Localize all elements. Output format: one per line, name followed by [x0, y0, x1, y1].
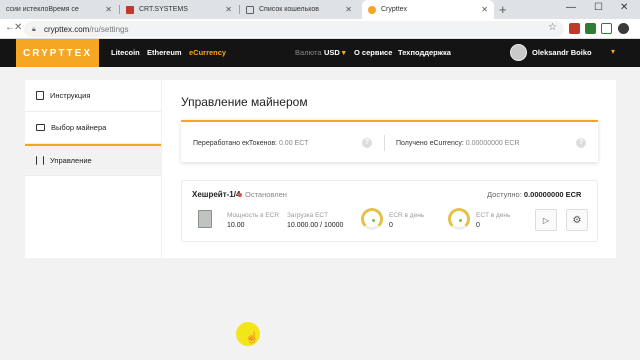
currency-select[interactable]: USD ▾ — [324, 48, 346, 57]
chevron-down-icon: ▾ — [341, 48, 346, 57]
sliders-icon — [36, 156, 44, 165]
ect-day-label: ECT в день — [476, 212, 511, 219]
profile-menu-icon[interactable] — [618, 23, 629, 34]
tab-title: Crypttex — [381, 6, 408, 13]
phone-icon — [36, 91, 44, 100]
nav-about[interactable]: О сервисе — [354, 48, 392, 57]
available-balance: Доступно: 0.00000000 ECR — [487, 190, 581, 199]
nav-ethereum[interactable]: Ethereum — [147, 48, 182, 57]
extension-outline-icon[interactable] — [601, 23, 612, 34]
received-stat: Получено eCurrency: 0.00000000 ECR — [396, 140, 520, 147]
nav-ecurrency[interactable]: eCurrency — [189, 48, 226, 57]
favicon-icon — [246, 5, 254, 14]
power-label: Мощность в ECR — [227, 212, 280, 219]
miner-name: Хешрейт-1/4 — [192, 190, 241, 199]
url-path: /ru/settings — [89, 24, 129, 34]
gauge-icon — [448, 208, 470, 230]
help-icon[interactable]: ? — [576, 138, 586, 148]
close-tab-icon[interactable]: ✕ — [345, 5, 352, 14]
nav-support[interactable]: Техподдержка — [398, 48, 451, 57]
site-logo[interactable]: CRYPTTEX — [16, 39, 99, 67]
stats-card: Переработано екТокенов: 0.00 ECT ? Получ… — [181, 120, 598, 162]
received-value: 0.00000000 ECR — [465, 140, 520, 147]
status-dot-icon — [238, 193, 242, 198]
tab-title: Список кошельков — [259, 6, 320, 13]
miner-card: Хешрейт-1/4 Остановлен Доступно: 0.00000… — [181, 180, 598, 242]
available-label: Доступно: — [487, 190, 522, 199]
status-text: Остановлен — [245, 190, 287, 199]
maximize-icon[interactable]: ☐ — [594, 2, 603, 13]
currency-value: USD — [324, 48, 340, 57]
avatar[interactable] — [510, 44, 527, 61]
browser-tab[interactable]: сcии истеклоВремя се ✕ — [0, 0, 118, 19]
extension-green-icon[interactable] — [585, 23, 596, 34]
close-tab-icon[interactable]: ✕ — [481, 5, 488, 14]
received-label: Получено eCurrency: — [396, 140, 464, 147]
processed-stat: Переработано екТокенов: 0.00 ECT — [193, 140, 309, 147]
browser-tab[interactable]: Список кошельков ✕ — [240, 0, 358, 19]
tab-title: сcии истеклоВремя се — [6, 6, 79, 13]
lock-icon: 🔒︎ — [32, 25, 36, 33]
currency-label: Валюта — [295, 48, 322, 57]
favicon-icon — [368, 5, 376, 14]
stop-loading-icon[interactable]: ✕ — [14, 22, 22, 33]
gauge-icon — [361, 208, 383, 230]
power-value: 10.00 — [227, 222, 245, 229]
page-title: Управление майнером — [181, 95, 308, 109]
hand-cursor-icon: ☝ — [245, 332, 259, 344]
close-tab-icon[interactable]: ✕ — [105, 5, 112, 14]
extension-shield-icon[interactable] — [569, 23, 580, 34]
ecr-day-value: 0 — [389, 222, 393, 229]
sidebar: Инструкция Выбор майнера Управление — [25, 80, 161, 258]
sidebar-item-management[interactable]: Управление — [25, 144, 161, 176]
address-bar: ← ✕ 🔒︎ crypttex.com/ru/settings ☆ — [0, 19, 640, 39]
load-label: Загрузка ECT — [287, 212, 329, 219]
card-icon — [36, 124, 45, 131]
nav-litecoin[interactable]: Litecoin — [111, 48, 140, 57]
sidebar-item-miner-select[interactable]: Выбор майнера — [25, 112, 161, 144]
sidebar-item-label: Управление — [50, 156, 92, 165]
processed-value: 0.00 ECT — [278, 140, 309, 147]
miner-hardware-icon — [198, 210, 212, 228]
main-panel: Управление майнером Переработано екТокен… — [162, 80, 616, 258]
chevron-down-icon[interactable]: ▾ — [611, 47, 615, 56]
browser-tab[interactable]: CRT.SYSTEMS ✕ — [120, 0, 238, 19]
close-window-icon[interactable]: ✕ — [620, 2, 628, 13]
user-name[interactable]: Oleksandr Boiko — [532, 48, 592, 57]
start-miner-button[interactable]: ▷ — [535, 209, 557, 231]
available-value: 0.00000000 ECR — [523, 190, 582, 199]
help-icon[interactable]: ? — [362, 138, 372, 148]
bookmark-star-icon[interactable]: ☆ — [548, 22, 557, 33]
new-tab-button[interactable]: + — [499, 2, 507, 17]
favicon-icon — [126, 5, 134, 14]
browser-tab-strip: сcии истеклоВремя се ✕ CRT.SYSTEMS ✕ Спи… — [0, 0, 640, 19]
divider — [384, 135, 385, 151]
processed-label: Переработано екТокенов: — [193, 140, 278, 147]
sidebar-item-label: Выбор майнера — [51, 123, 107, 132]
ect-day-value: 0 — [476, 222, 480, 229]
tab-title: CRT.SYSTEMS — [139, 6, 188, 13]
browser-tab-active[interactable]: Crypttex ✕ — [362, 0, 494, 19]
ecr-day-label: ECR в день — [389, 212, 425, 219]
minimize-icon[interactable]: — — [566, 2, 576, 13]
miner-settings-button[interactable]: ⚙ — [566, 209, 588, 231]
sidebar-item-label: Инструкция — [50, 91, 91, 100]
status-badge: Остановлен — [238, 190, 287, 199]
sidebar-item-instructions[interactable]: Инструкция — [25, 80, 161, 112]
load-value: 10.000.00 / 10000 — [287, 222, 344, 229]
url-host: crypttex.com — [44, 24, 90, 34]
close-tab-icon[interactable]: ✕ — [225, 5, 232, 14]
site-header: CRYPTTEX Litecoin Ethereum eCurrency Вал… — [0, 39, 640, 67]
url-input[interactable]: 🔒︎ crypttex.com/ru/settings — [24, 21, 564, 37]
